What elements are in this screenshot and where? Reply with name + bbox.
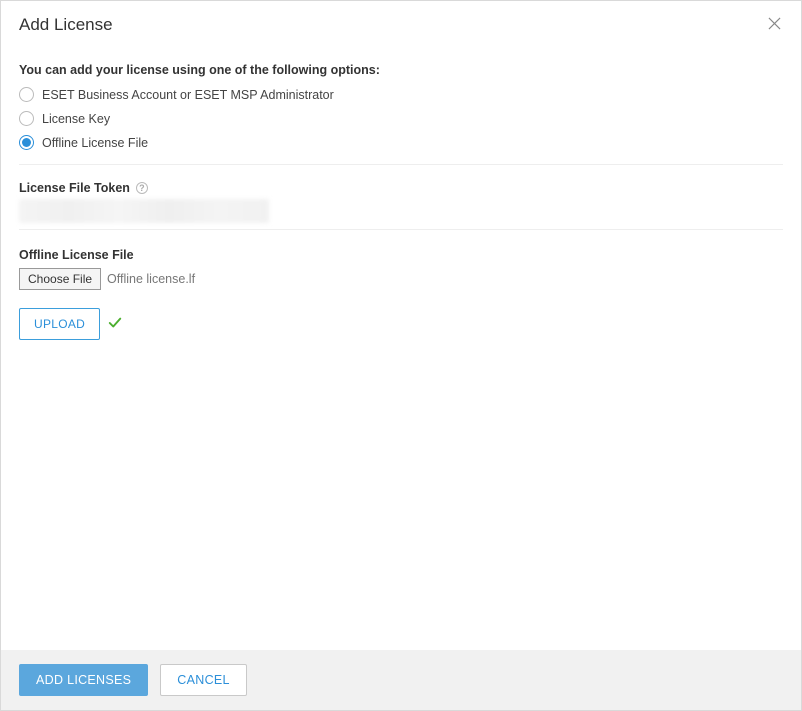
- add-license-dialog: Add License You can add your license usi…: [0, 0, 802, 711]
- license-option-radio-group: ESET Business Account or ESET MSP Admini…: [19, 87, 783, 165]
- file-input-row: Choose File Offline license.lf: [19, 268, 783, 290]
- selected-file-name: Offline license.lf: [107, 272, 195, 286]
- dialog-footer: ADD LICENSES CANCEL: [1, 650, 801, 710]
- upload-button[interactable]: UPLOAD: [19, 308, 100, 340]
- dialog-body: You can add your license using one of th…: [1, 45, 801, 650]
- choose-file-button[interactable]: Choose File: [19, 268, 101, 290]
- cancel-button[interactable]: CANCEL: [160, 664, 247, 696]
- radio-icon-selected: [19, 135, 34, 150]
- dialog-title: Add License: [19, 15, 113, 35]
- close-icon: [768, 17, 781, 30]
- help-icon[interactable]: ?: [136, 182, 148, 194]
- radio-label: License Key: [42, 112, 110, 126]
- file-section: Offline License File Choose File Offline…: [19, 248, 783, 340]
- radio-label: ESET Business Account or ESET MSP Admini…: [42, 88, 334, 102]
- upload-success-check-icon: [108, 316, 122, 333]
- radio-label: Offline License File: [42, 136, 148, 150]
- radio-option-license-key[interactable]: License Key: [19, 111, 783, 126]
- file-section-label: Offline License File: [19, 248, 783, 262]
- radio-option-offline-file[interactable]: Offline License File: [19, 135, 783, 150]
- add-licenses-button[interactable]: ADD LICENSES: [19, 664, 148, 696]
- close-button[interactable]: [766, 15, 783, 34]
- token-label: License File Token: [19, 181, 130, 195]
- radio-option-eset-account[interactable]: ESET Business Account or ESET MSP Admini…: [19, 87, 783, 102]
- token-label-row: License File Token ?: [19, 181, 783, 195]
- token-section: License File Token ?: [19, 181, 783, 230]
- dialog-header: Add License: [1, 1, 801, 45]
- token-value-redacted: [19, 199, 269, 223]
- upload-row: UPLOAD: [19, 308, 783, 340]
- radio-icon: [19, 111, 34, 126]
- intro-text: You can add your license using one of th…: [19, 63, 783, 77]
- radio-icon: [19, 87, 34, 102]
